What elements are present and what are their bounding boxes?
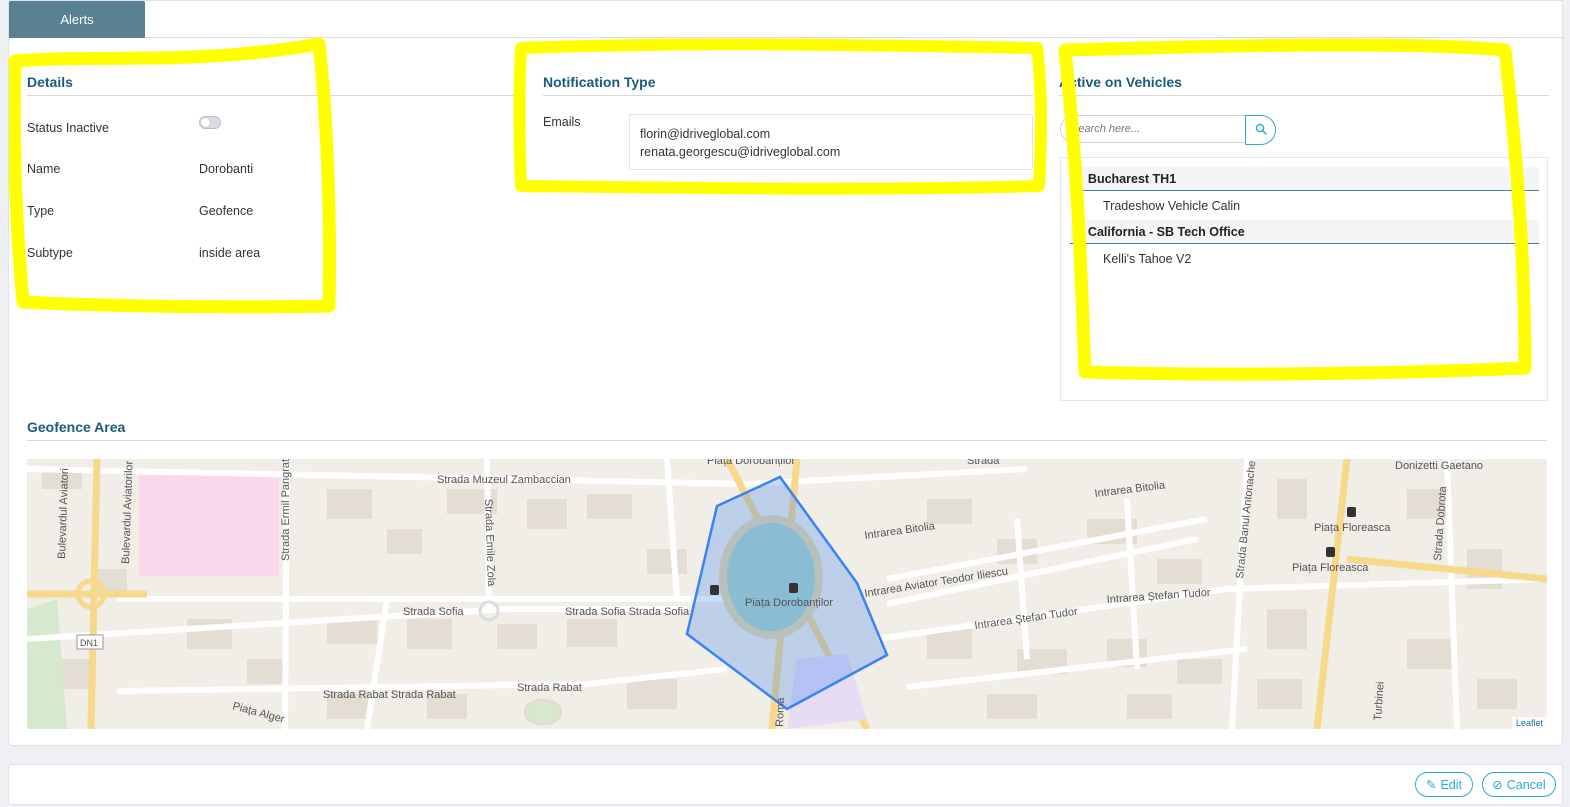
vehicle-search-button[interactable] bbox=[1245, 115, 1276, 145]
toggle-knob bbox=[201, 118, 210, 127]
map-label: Strada Muzeul Zambaccian bbox=[437, 474, 571, 486]
vehicles-divider bbox=[1059, 95, 1549, 96]
cancel-circle-icon: ⊘ bbox=[1492, 778, 1503, 792]
map-label: Strada Sofia bbox=[403, 606, 464, 618]
subtype-label: Subtype bbox=[27, 246, 73, 260]
map-canvas: Strada Muzeul Zambaccian Intrarea Bitoli… bbox=[27, 459, 1547, 729]
map-label: Piața Dorobanților bbox=[745, 597, 833, 609]
name-label: Name bbox=[27, 162, 61, 176]
action-bar: ✎ Edit ⊘ Cancel bbox=[8, 764, 1563, 805]
map-label: DN1 bbox=[80, 638, 98, 648]
details-title: Details bbox=[27, 74, 73, 90]
cancel-button-label: Cancel bbox=[1506, 777, 1546, 792]
tab-bar: Alerts bbox=[9, 1, 1564, 38]
edit-button[interactable]: ✎ Edit bbox=[1415, 772, 1473, 797]
search-icon bbox=[1255, 123, 1267, 138]
type-value: Geofence bbox=[199, 204, 254, 218]
tab-alerts[interactable]: Alerts bbox=[9, 1, 145, 38]
notification-divider bbox=[543, 95, 1033, 96]
leaflet-attribution-link[interactable]: Leaflet bbox=[1511, 717, 1547, 729]
email-item: renata.georgescu@idriveglobal.com bbox=[640, 145, 841, 159]
map-label: Strada bbox=[967, 459, 1000, 467]
map-label: Piața Floreasca bbox=[1292, 562, 1369, 574]
vehicle-tree: ▼ Bucharest TH1 Tradeshow Vehicle Calin … bbox=[1060, 157, 1548, 401]
map-label: Strada Rabat bbox=[517, 682, 582, 694]
map-label: Strada Sofia Strada Sofia bbox=[565, 606, 690, 618]
notification-title: Notification Type bbox=[543, 74, 656, 90]
vehicle-search bbox=[1060, 115, 1276, 145]
geofence-title: Geofence Area bbox=[27, 419, 126, 435]
map-label: Piața Dorobanților bbox=[707, 459, 795, 467]
map-label: Roma bbox=[774, 696, 787, 727]
map-label: Donizetti Gaetano bbox=[1395, 460, 1483, 472]
cancel-button[interactable]: ⊘ Cancel bbox=[1482, 772, 1556, 797]
details-divider bbox=[27, 95, 515, 96]
vehicle-item[interactable]: Kelli's Tahoe V2 bbox=[1103, 252, 1191, 266]
map-label: Strada Ermil Pangrat bbox=[280, 459, 292, 561]
status-toggle[interactable] bbox=[199, 116, 221, 129]
map-label: Piața Floreasca bbox=[1314, 522, 1391, 534]
edit-button-label: Edit bbox=[1440, 777, 1463, 792]
status-label: Status Inactive bbox=[27, 121, 109, 135]
name-value: Dorobanti bbox=[199, 162, 254, 176]
emails-list: florin@idriveglobal.com renata.georgescu… bbox=[629, 114, 1033, 170]
vehicle-search-input[interactable] bbox=[1060, 115, 1246, 143]
vehicle-group[interactable]: ▼ California - SB Tech Office bbox=[1070, 220, 1539, 244]
vehicles-title: Active on Vehicles bbox=[1059, 74, 1182, 90]
geofence-map[interactable]: Strada Muzeul Zambaccian Intrarea Bitoli… bbox=[27, 459, 1547, 729]
pencil-icon: ✎ bbox=[1425, 778, 1437, 792]
email-item: florin@idriveglobal.com bbox=[640, 127, 771, 141]
subtype-value: inside area bbox=[199, 246, 261, 260]
vehicle-item[interactable]: Tradeshow Vehicle Calin bbox=[1103, 199, 1240, 213]
vehicle-group-name: Bucharest TH1 bbox=[1087, 171, 1177, 186]
type-label: Type bbox=[27, 204, 55, 218]
vehicle-group[interactable]: ▼ Bucharest TH1 bbox=[1070, 167, 1539, 191]
caret-down-icon: ▼ bbox=[1076, 174, 1084, 183]
caret-down-icon: ▼ bbox=[1076, 227, 1084, 236]
map-label: Strada Rabat Strada Rabat bbox=[323, 689, 456, 701]
alert-details-card: Alerts Details Status Inactive Name Doro… bbox=[8, 0, 1564, 746]
geofence-divider bbox=[27, 440, 1547, 441]
emails-label: Emails bbox=[543, 115, 581, 129]
vehicle-group-name: California - SB Tech Office bbox=[1087, 224, 1245, 239]
